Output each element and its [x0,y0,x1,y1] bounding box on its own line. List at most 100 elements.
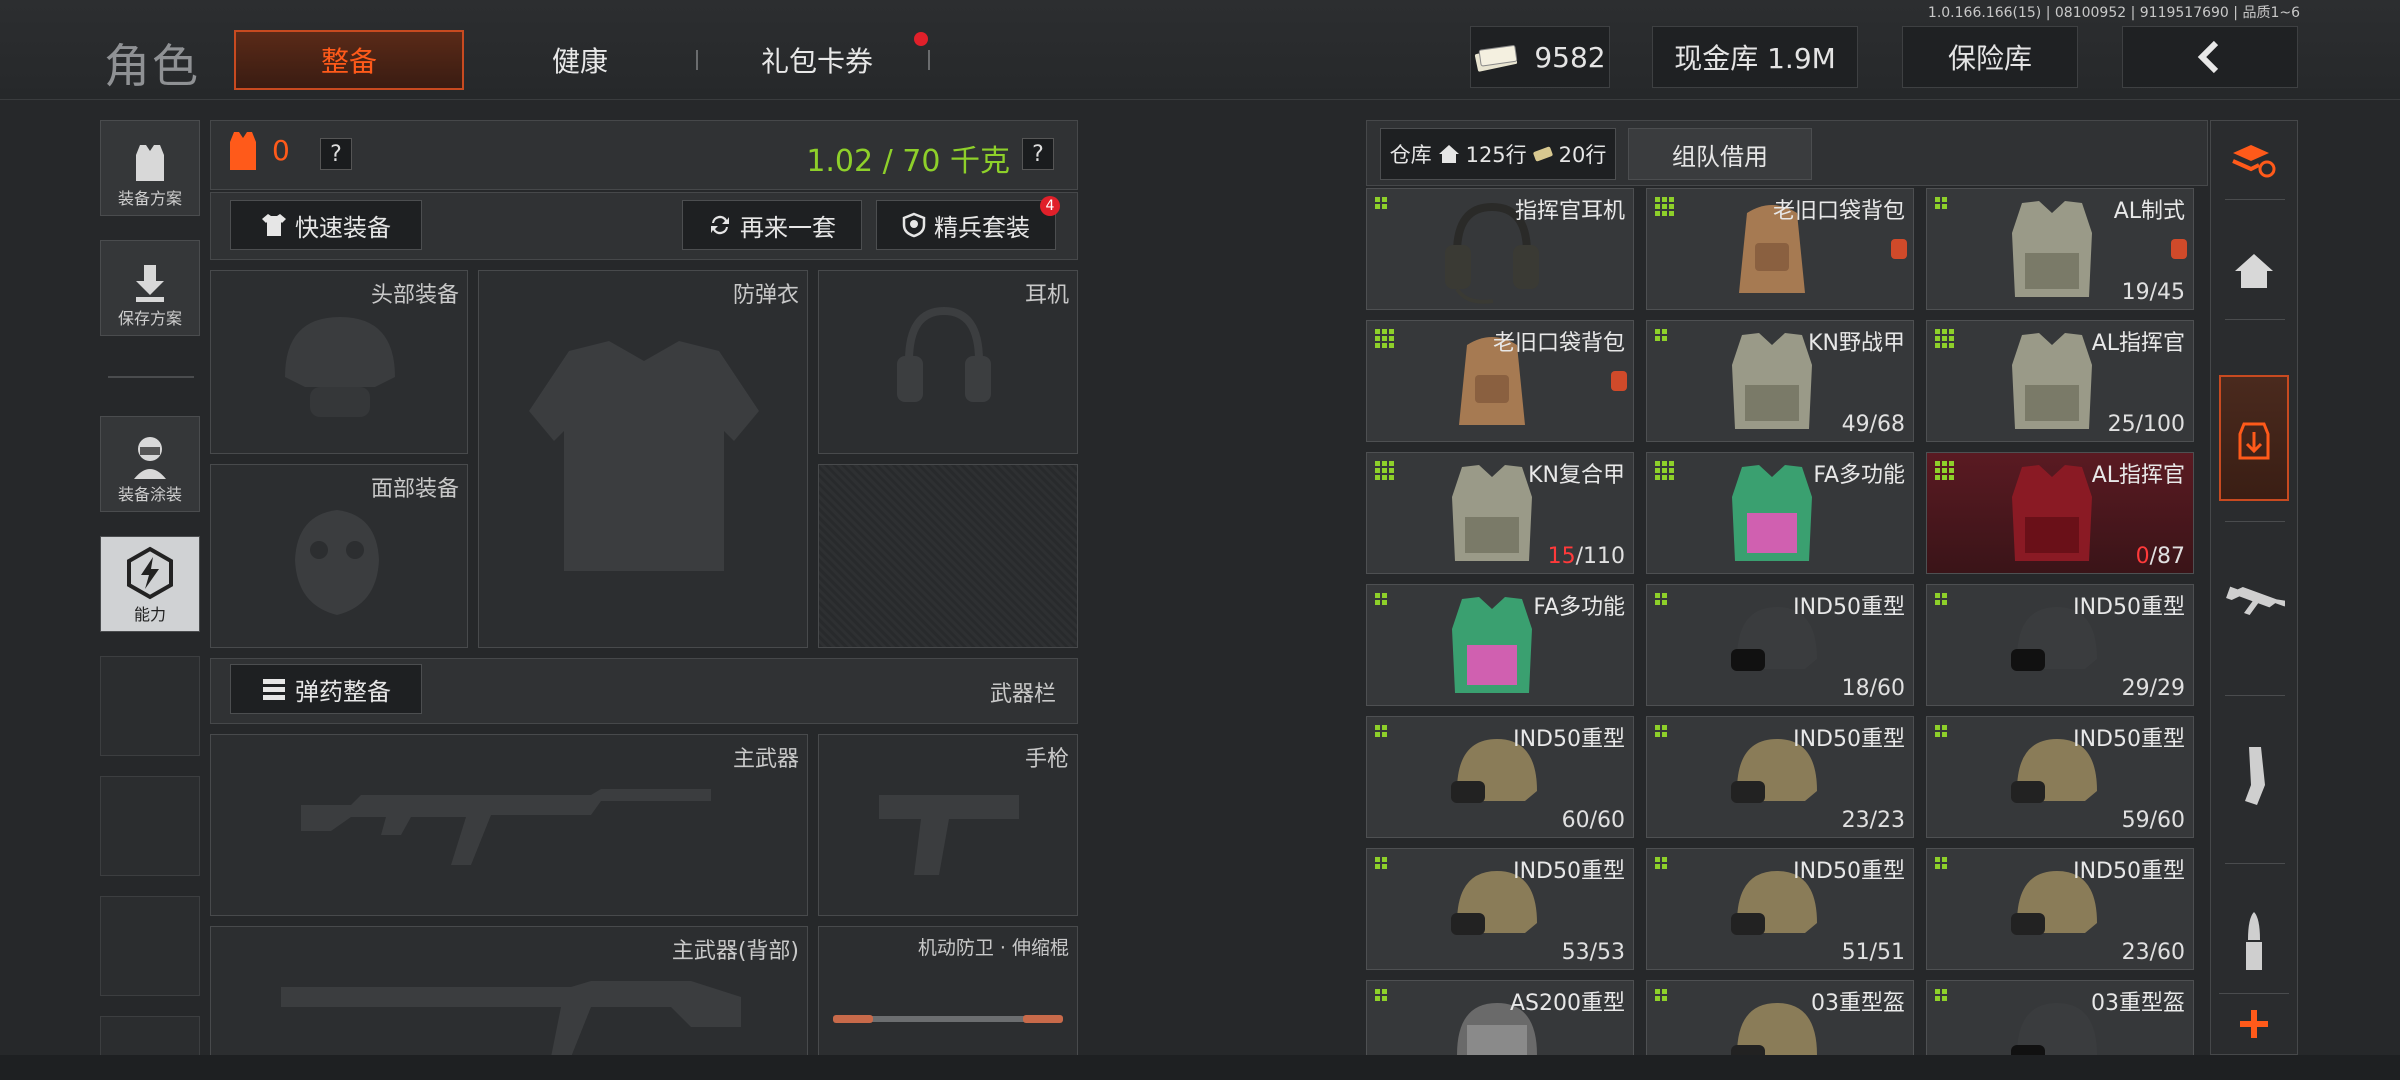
sort-refresh-button[interactable] [2219,131,2289,191]
item-size-indicator [1375,593,1387,605]
primary-weapon-label: 主武器 [732,747,799,772]
warehouse-item[interactable]: FA多功能 [1366,584,1634,706]
insurance-vault-button[interactable]: 保险库 [1902,26,2078,88]
warehouse-item[interactable]: IND50重型 23/60 [1926,848,2194,970]
warehouse-item[interactable]: 老旧口袋背包 [1366,320,1634,442]
head-slot[interactable]: 头部装备 [210,270,468,454]
pistol-silhouette-icon [879,795,1019,875]
weight-display: 1.02 / 70 千克 [806,144,1010,179]
elite-set-button[interactable]: 精兵套装 [876,200,1056,250]
quick-equip-label: 快速装备 [295,213,391,242]
item-name: AL指挥官 [2091,331,2185,356]
item-name: FA多功能 [1813,463,1905,488]
item-name: KN复合甲 [1528,463,1625,488]
team-borrow-button[interactable]: 组队借用 [1628,128,1812,180]
weapon-category-button[interactable] [2219,561,2289,651]
home-category-button[interactable] [2219,241,2289,301]
item-durability: 0/87 [2136,544,2185,569]
item-durability: 18/60 [1841,676,1905,701]
warehouse-item[interactable]: KN野战甲 49/68 [1646,320,1914,442]
lock-icon [2171,239,2187,259]
empty-equipment-slot [818,464,1078,648]
body-armor-slot-label: 防弹衣 [732,283,799,308]
save-plan-button[interactable]: 保存方案 [100,240,200,336]
item-durability: 59/60 [2121,808,2185,833]
face-slot[interactable]: 面部装备 [210,464,468,648]
headset-slot[interactable]: 耳机 [818,270,1078,454]
item-name: IND50重型 [1513,727,1625,752]
head-slot-label: 头部装备 [370,283,459,308]
category-bar [2210,120,2298,1055]
cash-vault-button[interactable]: 现金库 1.9M [1652,26,1858,88]
loadout-plan-label: 装备方案 [117,189,182,208]
warehouse-item[interactable]: IND50重型 29/29 [1926,584,2194,706]
armor-level: 0 [272,134,290,167]
rifle-silhouette-icon [301,789,711,865]
primary-back-slot[interactable]: 主武器(背部) [210,926,808,1057]
tab-loadout[interactable]: 整备 [234,30,464,90]
warehouse-item[interactable]: IND50重型 23/23 [1646,716,1914,838]
warehouse-item[interactable]: AS200重型 [1366,980,1634,1056]
warehouse-item[interactable]: IND50重型 53/53 [1366,848,1634,970]
tab-gift-vouchers[interactable]: 礼包卡券 [712,30,922,90]
backpack-download-icon [2238,422,2270,460]
item-name: FA多功能 [1533,595,1625,620]
durability-max: /110 [1575,544,1625,569]
primary-weapon-slot[interactable]: 主武器 [210,734,808,916]
item-size-indicator [1935,857,1947,869]
pistol-slot[interactable]: 手枪 [818,734,1078,916]
warehouse-item[interactable]: 老旧口袋背包 [1646,188,1914,310]
primary-back-label: 主武器(背部) [671,939,799,964]
backpack-category-button[interactable] [2219,375,2289,501]
item-size-indicator [1655,197,1674,216]
warehouse-item[interactable]: IND50重型 51/51 [1646,848,1914,970]
warehouse-item[interactable]: IND50重型 59/60 [1926,716,2194,838]
ammo-category-button[interactable] [2219,901,2289,981]
armor-vest-icon [230,132,256,170]
warehouse-item[interactable]: FA多功能 [1646,452,1914,574]
vest-icon [136,145,164,181]
warehouse-tab[interactable]: 仓库 125行 20行 [1380,128,1616,180]
loadout-plan-button[interactable]: 装备方案 [100,120,200,216]
armor-help-button[interactable]: ? [320,138,352,170]
empty-side-slot [100,1016,200,1056]
tab-separator [696,50,698,70]
warehouse-item[interactable]: 03重型盔 [1926,980,2194,1056]
warehouse-item[interactable]: AL指挥官 25/100 [1926,320,2194,442]
soldier-icon [134,437,166,479]
warehouse-item[interactable]: IND50重型 18/60 [1646,584,1914,706]
tab-health[interactable]: 健康 [480,30,680,90]
warehouse-item[interactable]: AL指挥官 0/87 [1926,452,2194,574]
back-button[interactable] [2122,26,2298,88]
add-button[interactable] [2219,993,2289,1053]
item-name: IND50重型 [1793,859,1905,884]
ability-label: 能力 [133,605,166,624]
notification-dot [914,32,928,46]
warehouse-item[interactable]: 03重型盔 [1646,980,1914,1056]
melee-slot[interactable]: 机动防卫 · 伸缩棍 [818,926,1078,1056]
page-title: 角色 [104,39,200,93]
ability-button[interactable]: 能力 [100,536,200,632]
warehouse-item[interactable]: KN复合甲 15/110 [1366,452,1634,574]
rifle-icon [2226,586,2285,616]
body-armor-slot[interactable]: 防弹衣 [478,270,808,648]
ability-icon [127,546,173,600]
download-icon [136,265,164,302]
item-name: 指挥官耳机 [1514,199,1625,224]
durability-current: 15 [1547,544,1576,569]
melee-label: 机动防卫 · 伸缩棍 [917,937,1069,959]
skin-button[interactable]: 装备涂装 [100,416,200,512]
warehouse-item[interactable]: IND50重型 60/60 [1366,716,1634,838]
ammo-equip-button[interactable]: 弹药整备 [230,664,422,714]
item-size-indicator [1375,329,1394,348]
again-set-button[interactable]: 再来一套 [682,200,862,250]
refresh-icon [711,215,729,235]
magazine-category-button[interactable] [2219,731,2289,821]
weight-help-button[interactable]: ? [1022,138,1054,170]
warehouse-item[interactable]: 指挥官耳机 [1366,188,1634,310]
headset-slot-label: 耳机 [1024,283,1069,308]
quick-equip-button[interactable]: 快速装备 [230,200,422,250]
item-name: AL制式 [2113,199,2185,224]
vest-icon [2012,201,2092,297]
warehouse-item[interactable]: AL制式 19/45 [1926,188,2194,310]
